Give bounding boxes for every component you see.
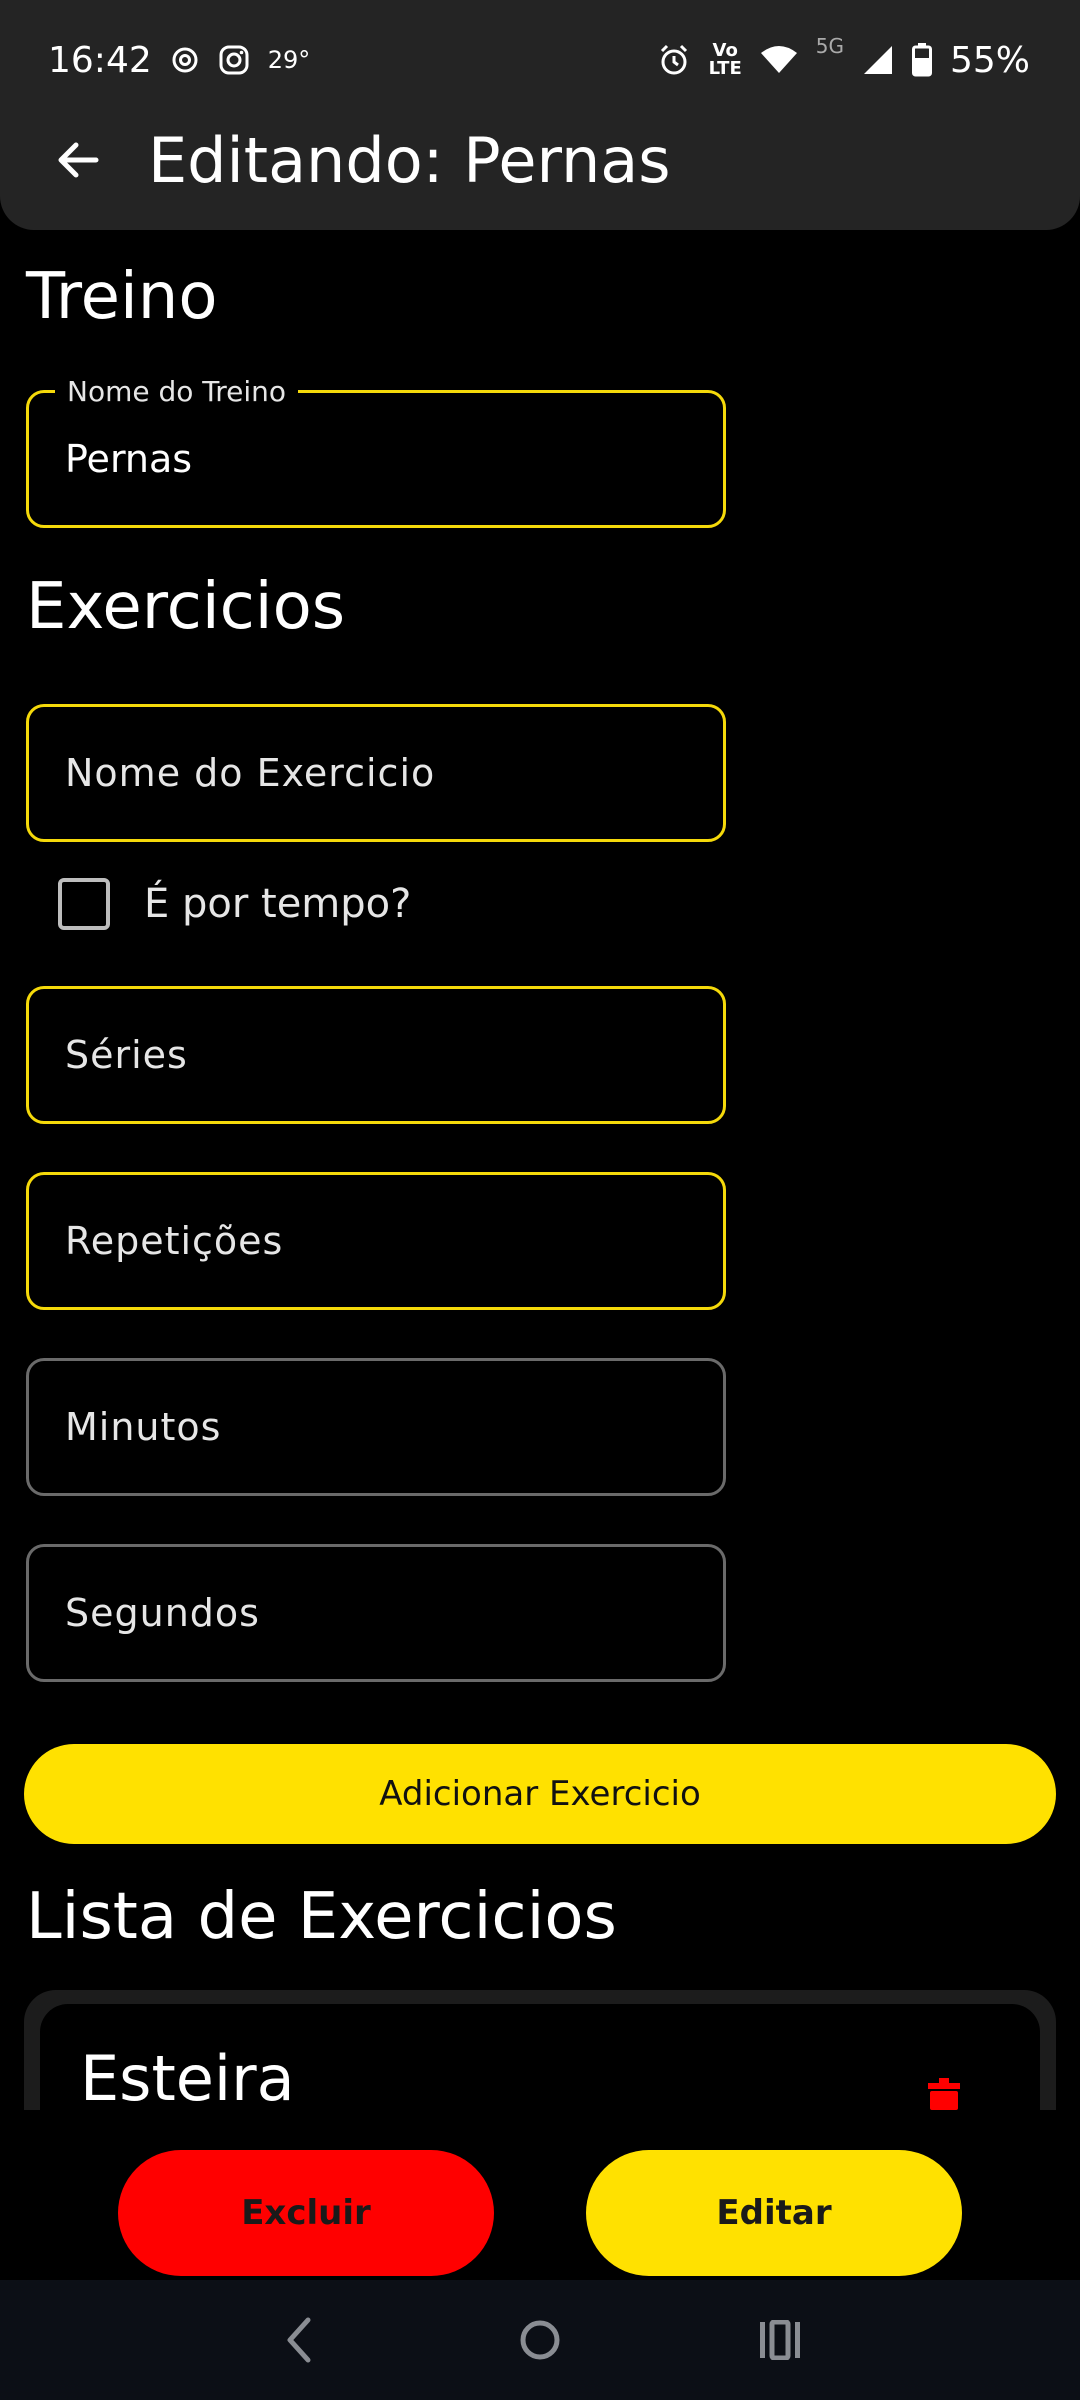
add-exercise-button[interactable]: Adicionar Exercicio	[24, 1744, 1056, 1844]
battery-percent: 55%	[949, 39, 1030, 81]
nav-back-button[interactable]	[260, 2300, 340, 2380]
minutes-input[interactable]: Minutos	[26, 1358, 726, 1496]
nav-home-button[interactable]	[500, 2300, 580, 2380]
status-left: 16:42 29°	[48, 40, 310, 81]
status-temperature: 29°	[267, 46, 311, 74]
delete-workout-button[interactable]: Excluir	[118, 2150, 494, 2276]
nav-back-icon	[287, 2317, 311, 2363]
list-item[interactable]: Esteira	[40, 2004, 1040, 2110]
alarm-icon	[657, 43, 691, 77]
network-type-label: 5G	[815, 33, 844, 58]
page-title: Editando: Pernas	[148, 123, 671, 197]
nav-recents-button[interactable]	[740, 2300, 820, 2380]
minutes-placeholder: Minutos	[65, 1405, 222, 1449]
series-placeholder: Séries	[65, 1033, 188, 1077]
status-right: Vo LTE 5G 55%	[657, 34, 1030, 81]
exercise-list: Esteira	[24, 1990, 1056, 2110]
arrow-left-icon	[58, 142, 99, 178]
nav-home-icon	[520, 2320, 560, 2360]
nav-recents-icon	[760, 2320, 800, 2360]
battery-icon	[911, 43, 932, 77]
delete-exercise-button[interactable]	[926, 2076, 962, 2110]
exercise-name-input[interactable]: Nome do Exercicio	[26, 704, 726, 842]
exercise-name-placeholder: Nome do Exercicio	[65, 751, 436, 795]
app-bar: 16:42 29° Vo LTE 5G 55% Editando: Pernas	[0, 0, 1080, 230]
camera-notification-icon	[170, 45, 200, 75]
content-area[interactable]: Treino Nome do Treino Pernas Exercicios …	[0, 230, 1080, 2110]
workout-name-field[interactable]: Nome do Treino Pernas	[26, 375, 726, 528]
is-timed-label: É por tempo?	[144, 881, 412, 927]
back-button[interactable]	[48, 130, 108, 190]
section-title-treino: Treino	[26, 260, 218, 334]
series-input[interactable]: Séries	[26, 986, 726, 1124]
reps-input[interactable]: Repetições	[26, 1172, 726, 1310]
trash-icon	[928, 2078, 960, 2110]
seconds-placeholder: Segundos	[65, 1591, 260, 1635]
volte-label-bottom: LTE	[708, 58, 742, 79]
edit-workout-button[interactable]: Editar	[586, 2150, 962, 2276]
workout-name-value: Pernas	[65, 437, 193, 481]
section-title-exercicios: Exercicios	[26, 570, 346, 644]
seconds-input[interactable]: Segundos	[26, 1544, 726, 1682]
screen: 16:42 29° Vo LTE 5G 55% Editando: Pernas…	[0, 0, 1080, 2400]
is-timed-row[interactable]: É por tempo?	[58, 878, 411, 930]
status-bar: 16:42 29° Vo LTE 5G 55%	[0, 0, 1080, 120]
reps-placeholder: Repetições	[65, 1219, 284, 1263]
instagram-icon	[218, 44, 250, 76]
volte-icon: Vo LTE	[709, 42, 742, 78]
workout-name-label: Nome do Treino	[55, 375, 299, 408]
wifi-icon	[760, 45, 798, 75]
signal-icon	[862, 44, 894, 76]
status-time: 16:42	[48, 39, 152, 81]
exercise-item-name: Esteira	[80, 2042, 295, 2110]
toolbar: Editando: Pernas	[0, 110, 1080, 210]
system-nav-bar	[0, 2280, 1080, 2400]
bottom-actions: Excluir Editar	[0, 2110, 1080, 2280]
is-timed-checkbox[interactable]	[58, 878, 110, 930]
exercise-list-title: Lista de Exercicios	[26, 1880, 617, 1954]
